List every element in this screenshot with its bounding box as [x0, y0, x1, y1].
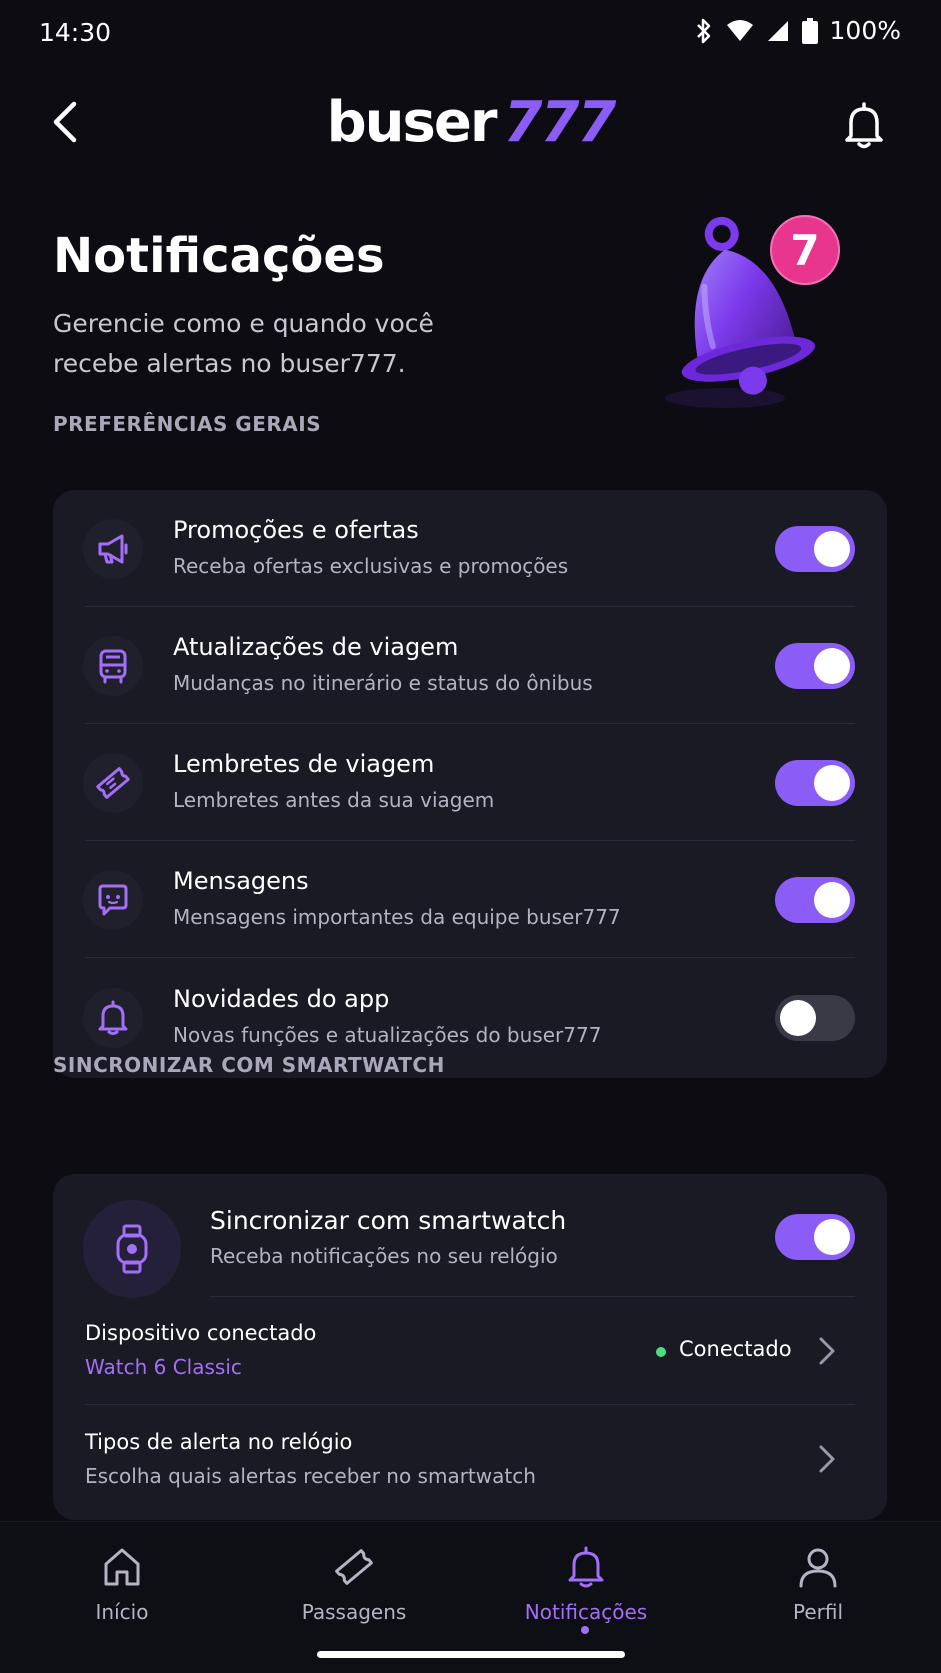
- alert-types-row[interactable]: Tipos de alerta no relógio Escolha quais…: [53, 1406, 887, 1514]
- brand-logo: buser 777: [0, 90, 941, 155]
- bell-icon: [568, 1546, 604, 1588]
- row-subtitle: Novas funções e atualizações do buser777: [173, 1023, 602, 1047]
- toggle-app-news[interactable]: [775, 995, 855, 1041]
- chevron-right-icon: [819, 1445, 835, 1473]
- signal-icon: [767, 20, 788, 41]
- badge-count: 7: [790, 226, 819, 275]
- toggle-messages[interactable]: [775, 877, 855, 923]
- status-icons: 100%: [694, 16, 901, 45]
- status-time: 14:30: [39, 18, 112, 47]
- person-icon: [799, 1548, 837, 1588]
- device-name: Watch 6 Classic: [85, 1355, 242, 1379]
- watch-icon-circle: [83, 1200, 181, 1298]
- section-label-smartwatch: SINCRONIZAR COM SMARTWATCH: [53, 1053, 445, 1077]
- preference-row-trip-updates[interactable]: Atualizações de viagem Mudanças no itine…: [53, 607, 887, 724]
- row-title: Atualizações de viagem: [173, 633, 459, 661]
- status-dot: [656, 1347, 666, 1357]
- megaphone-icon: [98, 534, 128, 564]
- ticket-icon: [335, 1549, 373, 1585]
- status-bar: 14:30 100%: [0, 0, 941, 70]
- preference-row-promotions[interactable]: Promoções e ofertas Receba ofertas exclu…: [53, 490, 887, 607]
- nav-item-notifications[interactable]: Notificações: [506, 1544, 666, 1624]
- watch-icon: [116, 1224, 148, 1274]
- app-bar: buser 777: [0, 80, 941, 170]
- preference-row-messages[interactable]: Mensagens Mensagens importantes da equip…: [53, 841, 887, 958]
- wifi-icon: [726, 19, 753, 41]
- home-icon: [104, 1548, 140, 1586]
- row-subtitle: Lembretes antes da sua viagem: [173, 788, 495, 812]
- icon-circle: [83, 753, 143, 813]
- general-preferences-card: Promoções e ofertas Receba ofertas exclu…: [53, 490, 887, 1078]
- section-label-general: PREFERÊNCIAS GERAIS: [53, 412, 322, 436]
- chevron-right-icon: [819, 1337, 835, 1365]
- device-label: Dispositivo conectado: [85, 1321, 317, 1345]
- nav-item-profile[interactable]: Perfil: [738, 1544, 898, 1624]
- page-subtitle: Gerencie como e quando você recebe alert…: [53, 309, 434, 378]
- connected-device-row[interactable]: Dispositivo conectado Watch 6 Classic Co…: [53, 1297, 887, 1405]
- row-title: Lembretes de viagem: [173, 750, 435, 778]
- nav-label: Notificações: [524, 1600, 648, 1624]
- nav-label: Início: [95, 1600, 149, 1624]
- toggle-smartwatch-sync[interactable]: [775, 1214, 855, 1260]
- nav-item-tickets[interactable]: Passagens: [274, 1544, 434, 1624]
- row-subtitle: Mensagens importantes da equipe buser777: [173, 905, 621, 929]
- battery-percent: 100%: [829, 16, 901, 45]
- icon-circle: [83, 519, 143, 579]
- bell-illustration-icon: 7: [665, 215, 840, 408]
- row-title: Mensagens: [173, 867, 309, 895]
- battery-icon: [801, 17, 818, 44]
- preference-row-trip-reminders[interactable]: Lembretes de viagem Lembretes antes da s…: [53, 724, 887, 841]
- nav-item-home[interactable]: Início: [42, 1544, 202, 1624]
- logo-number: 777: [503, 90, 616, 155]
- bluetooth-icon: [696, 18, 710, 43]
- row-title: Promoções e ofertas: [173, 516, 419, 544]
- logo-text: buser: [326, 90, 498, 155]
- bus-icon: [99, 649, 127, 684]
- ticket-icon: [96, 767, 130, 799]
- icon-circle: [83, 988, 143, 1048]
- toggle-trip-updates[interactable]: [775, 643, 855, 689]
- chat-icon: [98, 884, 128, 916]
- nav-label: Passagens: [301, 1600, 407, 1624]
- nav-label: Perfil: [792, 1600, 844, 1624]
- sync-subtitle: Receba notificações no seu relógio: [210, 1244, 558, 1268]
- notifications-bell-button[interactable]: [839, 100, 889, 150]
- row-subtitle: Mudanças no itinerário e status do ônibu…: [173, 671, 593, 695]
- page-title: Notificações: [53, 228, 385, 284]
- home-indicator[interactable]: [317, 1651, 625, 1658]
- row-subtitle: Receba ofertas exclusivas e promoções: [173, 554, 569, 578]
- row-title: Novidades do app: [173, 985, 390, 1013]
- active-indicator: [581, 1626, 589, 1634]
- device-status: Conectado: [679, 1337, 792, 1361]
- alerts-subtitle: Escolha quais alertas receber no smartwa…: [85, 1464, 536, 1488]
- icon-circle: [83, 636, 143, 696]
- sync-title: Sincronizar com smartwatch: [210, 1206, 567, 1235]
- bell-icon: [98, 1000, 128, 1035]
- toggle-promotions[interactable]: [775, 526, 855, 572]
- alerts-title: Tipos de alerta no relógio: [85, 1430, 353, 1454]
- icon-circle: [83, 870, 143, 930]
- smartwatch-card: Sincronizar com smartwatch Receba notifi…: [53, 1174, 887, 1520]
- toggle-trip-reminders[interactable]: [775, 760, 855, 806]
